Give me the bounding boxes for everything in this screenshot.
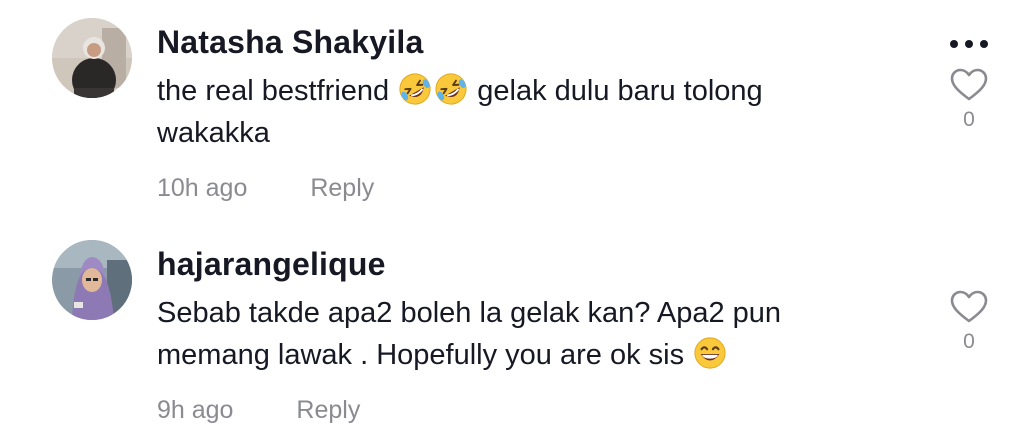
comment-meta: 10h ago Reply (157, 174, 374, 203)
comment-text-part: Sebab takde apa2 boleh la gelak kan? Apa… (157, 297, 782, 329)
more-horizontal-icon (950, 40, 988, 48)
comment-meta: 9h ago Reply (157, 396, 360, 425)
comment-item: hajarangelique Sebab takde apa2 boleh la… (0, 216, 1036, 432)
avatar[interactable] (52, 240, 132, 320)
grinning-face-with-smiling-eyes-icon (694, 337, 726, 369)
rolling-on-floor-laughing-icon (435, 73, 467, 105)
reply-button[interactable]: Reply (310, 174, 374, 202)
comment-item: Natasha Shakyila the real bestfriend gel… (0, 0, 1036, 216)
reply-button[interactable]: Reply (296, 396, 360, 424)
comment-text: the real bestfriend gelak dulu baru tolo… (157, 70, 877, 154)
comment-username[interactable]: hajarangelique (157, 246, 386, 283)
comment-username[interactable]: Natasha Shakyila (157, 24, 423, 61)
comment-text-part: memang lawak . Hopefully you are ok sis (157, 339, 685, 371)
comment-timestamp: 9h ago (157, 396, 234, 424)
like-count: 0 (963, 330, 975, 353)
comment-text-part: gelak dulu baru tolong (477, 75, 763, 107)
avatar-image (52, 18, 132, 98)
like-button[interactable]: 0 (946, 290, 992, 354)
rolling-on-floor-laughing-icon (399, 73, 431, 105)
comment-text-part: the real bestfriend (157, 75, 390, 107)
heart-outline-icon (950, 290, 988, 323)
comment-timestamp: 10h ago (157, 174, 248, 202)
heart-outline-icon (950, 68, 988, 101)
more-options-button[interactable] (946, 36, 992, 52)
like-count: 0 (963, 108, 975, 131)
comment-text-part: wakakka (157, 117, 270, 149)
comment-text: Sebab takde apa2 boleh la gelak kan? Apa… (157, 292, 877, 376)
avatar-image (52, 240, 132, 320)
avatar[interactable] (52, 18, 132, 98)
like-button[interactable]: 0 (946, 68, 992, 132)
